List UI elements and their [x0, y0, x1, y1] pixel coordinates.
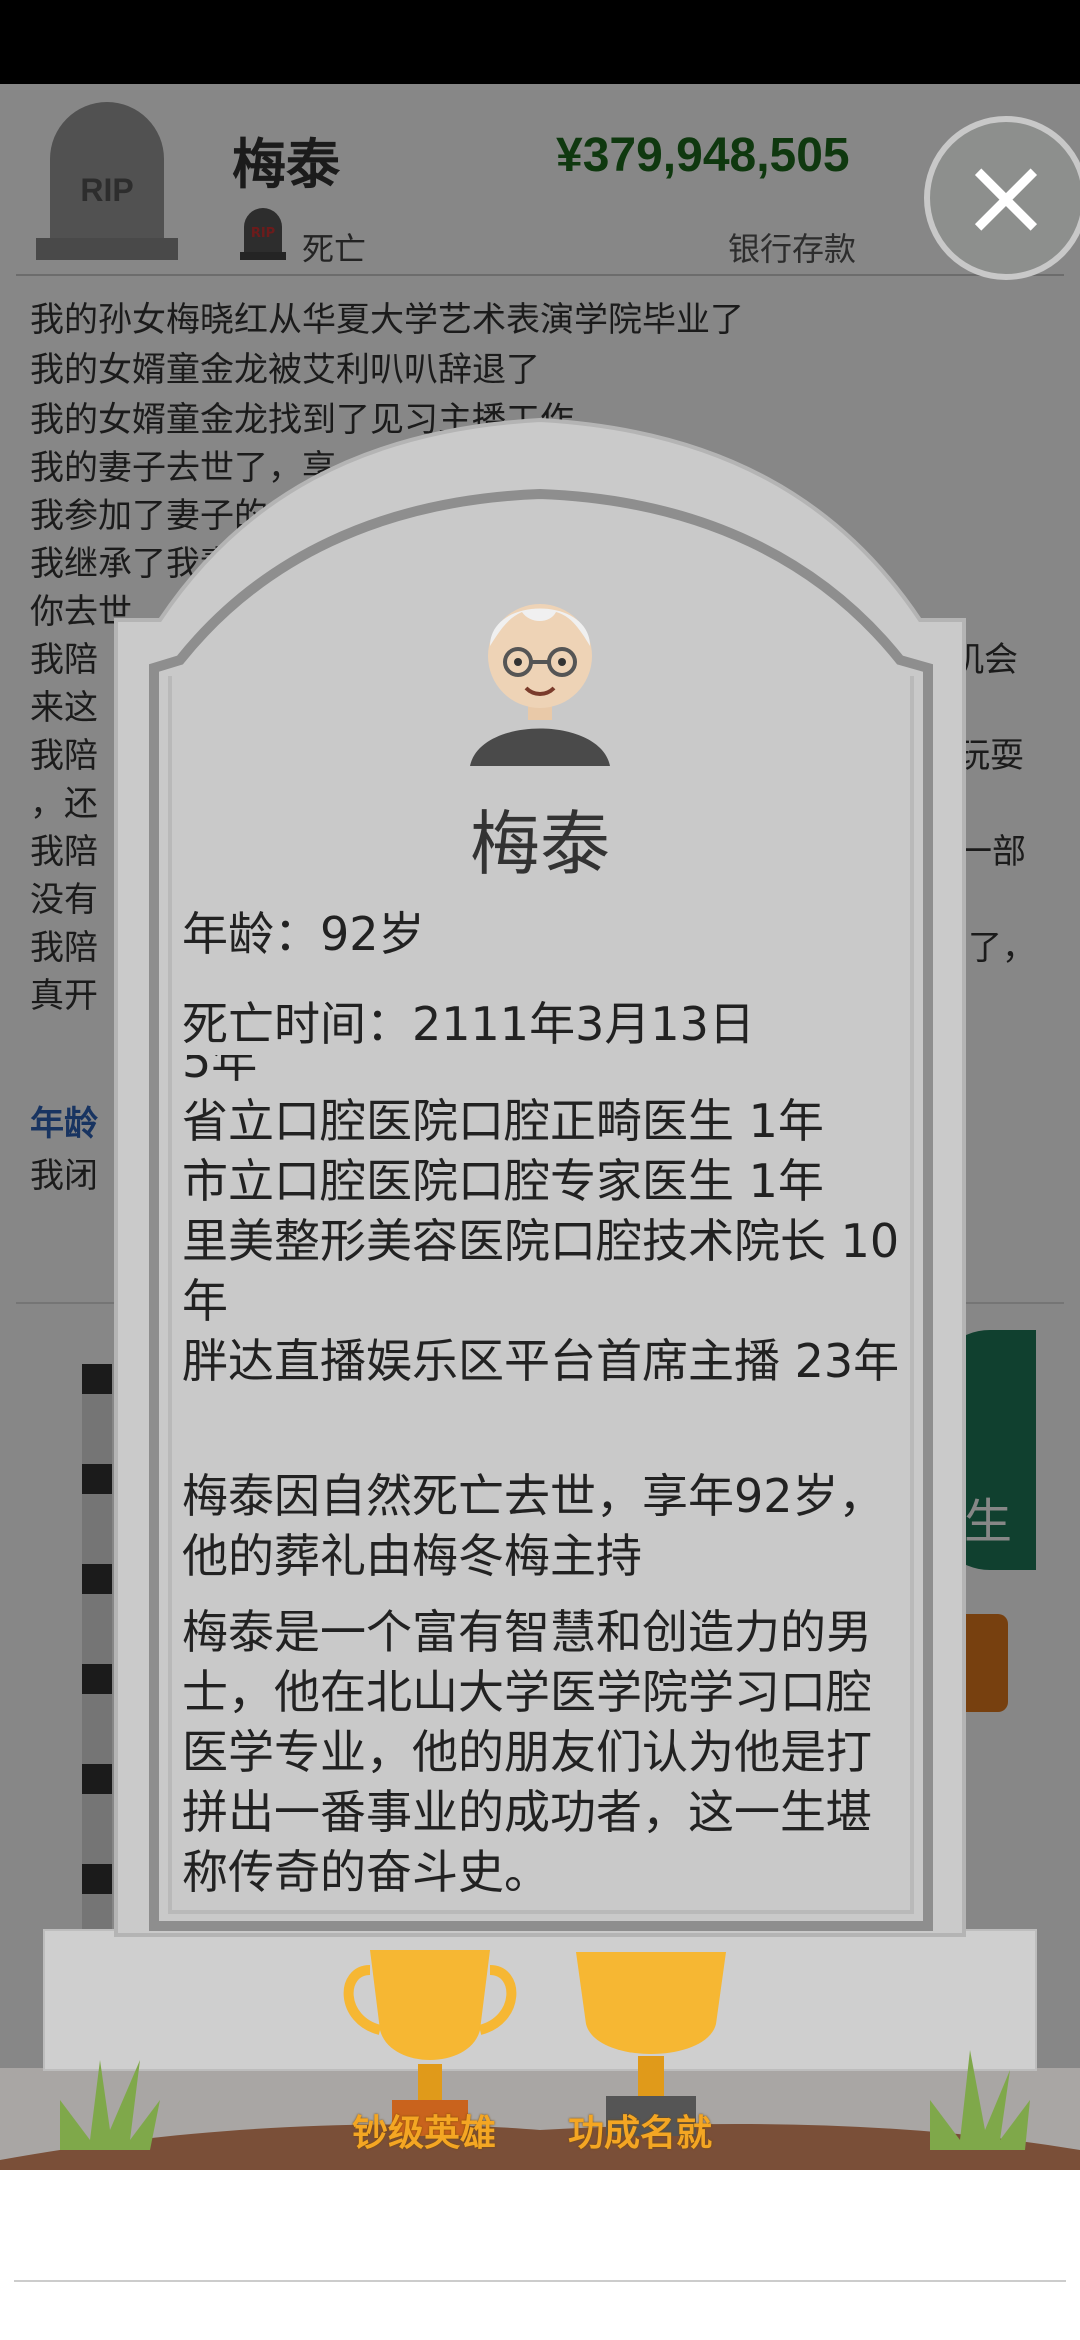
tombstone-name: 梅泰 [470, 803, 610, 885]
career-item: 市立口腔医院口腔专家医生 1年 [182, 1154, 824, 1208]
career-item: 胖达直播娱乐区平台首席主播 23年 [182, 1334, 900, 1388]
career-list: 5年 省立口腔医院口腔正畸医生 1年 市立口腔医院口腔专家医生 1年 里美整形美… [182, 1055, 902, 1425]
career-item: 里美整形美容医院口腔技术院长 10年 [182, 1214, 900, 1328]
career-item: 5年 [182, 1055, 258, 1088]
tombstone-age: 年龄：92岁 [182, 907, 425, 961]
epitaph: 梅泰是一个富有智慧和创造力的男士，他在北山大学医学院学习口腔医学专业，他的朋友们… [182, 1605, 872, 1899]
trophy-label: 钞级英雄 [352, 2113, 497, 2154]
tombstone-death-time: 死亡时间：2111年3月13日 [182, 997, 755, 1051]
trophy-label: 功成名就 [568, 2113, 713, 2154]
close-icon: × [959, 132, 1053, 260]
career-item: 省立口腔医院口腔正畸医生 1年 [182, 1094, 824, 1148]
close-button[interactable]: × [924, 116, 1080, 280]
death-summary: 梅泰因自然死亡去世，享年92岁，他的葬礼由梅冬梅主持 [182, 1469, 885, 1583]
grandpa-avatar-icon [470, 604, 610, 766]
